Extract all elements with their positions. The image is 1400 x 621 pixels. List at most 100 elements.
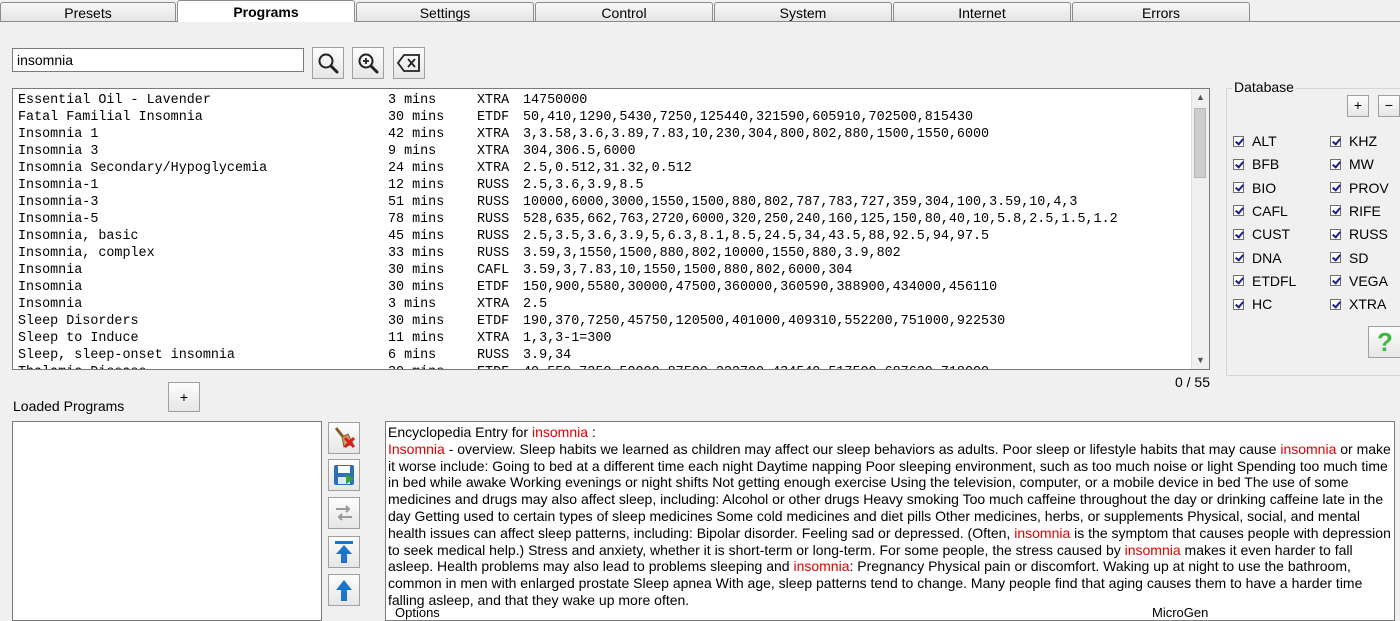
program-frequencies: 3.59,3,7.83,10,1550,1500,880,802,6000,30…: [523, 263, 853, 278]
db-checkbox-alt[interactable]: ALT: [1233, 131, 1277, 151]
program-database: XTRA: [477, 161, 510, 176]
table-row[interactable]: Insomnia-5 78 mins RUSS 528,635,662,763,272…: [18, 211, 1193, 228]
loaded-programs-list[interactable]: [12, 421, 322, 621]
db-checkbox-bio[interactable]: BIO: [1233, 178, 1276, 198]
table-row[interactable]: Insomnia, complex 33 mins RUSS 3.59,3,1550,…: [18, 245, 1193, 262]
tab-programs[interactable]: Programs: [177, 0, 355, 22]
program-name: Insomnia 3: [18, 144, 99, 159]
database-add-button[interactable]: +: [1347, 95, 1369, 117]
db-checkbox-xtra[interactable]: XTRA: [1330, 294, 1386, 314]
db-checkbox-cafl[interactable]: CAFL: [1233, 201, 1288, 221]
program-database: ETDF: [477, 280, 510, 295]
db-checkbox-vega[interactable]: VEGA: [1330, 271, 1388, 291]
db-checkbox-khz[interactable]: KHZ: [1330, 131, 1377, 151]
move-up-button[interactable]: [328, 574, 360, 606]
zoom-search-button[interactable]: [352, 47, 384, 79]
program-name: Essential Oil - Lavender: [18, 93, 211, 108]
program-database: XTRA: [477, 331, 510, 346]
table-row[interactable]: Insomnia-3 51 mins RUSS 10000,6000,3000,155…: [18, 194, 1193, 211]
db-checkbox-dna[interactable]: DNA: [1233, 248, 1282, 268]
checkbox-checked-icon: [1233, 158, 1244, 170]
table-row[interactable]: Thalamic Disease 30 mins ETDF 40,550,7250,5…: [18, 364, 1193, 369]
program-duration: 3 mins: [388, 93, 437, 108]
save-disk-icon: [334, 465, 354, 485]
db-checkbox-label: RUSS: [1349, 226, 1388, 243]
tab-presets[interactable]: Presets: [0, 2, 176, 21]
table-row[interactable]: Insomnia 1 42 mins XTRA 3,3.58,3.6,3.89,7.8…: [18, 126, 1193, 143]
checkbox-checked-icon: [1233, 252, 1244, 263]
db-checkbox-cust[interactable]: CUST: [1233, 224, 1290, 244]
db-checkbox-rife[interactable]: RIFE: [1330, 201, 1381, 221]
highlighted-term: Insomnia: [388, 440, 445, 457]
db-checkbox-label: BFB: [1252, 156, 1280, 173]
table-row[interactable]: Essential Oil - Lavender 3 mins XTRA 147500…: [18, 92, 1193, 109]
db-checkbox-hc[interactable]: HC: [1233, 294, 1272, 314]
swap-button[interactable]: [328, 497, 360, 529]
encyclopedia-panel[interactable]: Encyclopedia Entry for insomnia : Insomn…: [385, 421, 1395, 621]
tab-system[interactable]: System: [714, 2, 892, 21]
program-name: Sleep to Induce: [18, 331, 139, 346]
program-name: Insomnia: [18, 297, 83, 312]
highlighted-term: insomnia: [1280, 440, 1337, 457]
program-duration: 30 mins: [388, 280, 445, 295]
db-checkbox-label: RIFE: [1349, 202, 1381, 219]
backspace-clear-icon: [396, 54, 420, 72]
scroll-up-arrow-icon[interactable]: ▲: [1192, 89, 1209, 106]
clear-search-button[interactable]: [393, 47, 425, 79]
table-row[interactable]: Insomnia-1 12 mins RUSS 2.5,3.6,3.9,8.5: [18, 177, 1193, 194]
db-checkbox-prov[interactable]: PROV: [1330, 178, 1389, 198]
program-duration: 12 mins: [388, 178, 445, 193]
db-checkbox-russ[interactable]: RUSS: [1330, 224, 1388, 244]
program-frequencies: 10000,6000,3000,1550,1500,880,802,787,78…: [523, 195, 1078, 210]
db-checkbox-bfb[interactable]: BFB: [1233, 154, 1279, 174]
table-row[interactable]: Sleep, sleep-onset insomnia 6 mins RUSS 3.9…: [18, 347, 1193, 364]
tab-internet[interactable]: Internet: [893, 2, 1071, 21]
program-results-list[interactable]: Essential Oil - Lavender 3 mins XTRA 147500…: [12, 88, 1210, 370]
clear-list-button[interactable]: [328, 422, 360, 454]
program-name: Insomnia: [18, 263, 83, 278]
db-checkbox-mw[interactable]: MW: [1330, 154, 1374, 174]
table-row[interactable]: Insomnia Secondary/Hypoglycemia 24 mins XT…: [18, 160, 1193, 177]
search-input[interactable]: [12, 48, 304, 72]
db-checkbox-sd[interactable]: SD: [1330, 248, 1368, 268]
program-name: Insomnia-5: [18, 212, 99, 227]
program-name: Thalamic Disease: [18, 364, 147, 369]
scroll-thumb[interactable]: [1194, 108, 1206, 178]
table-row[interactable]: Sleep Disorders 30 mins ETDF 190,370,7250,4…: [18, 313, 1193, 330]
program-name: Insomnia-3: [18, 195, 99, 210]
encyclopedia-heading-suffix: :: [588, 424, 596, 440]
tab-bar: Presets Programs Settings Control System…: [0, 0, 1400, 22]
move-to-top-button[interactable]: [328, 536, 360, 568]
checkbox-checked-icon: [1233, 275, 1244, 287]
tab-errors[interactable]: Errors: [1072, 2, 1250, 21]
save-list-button[interactable]: [328, 459, 360, 491]
loaded-programs-label: Loaded Programs: [13, 398, 125, 414]
tab-control[interactable]: Control: [535, 2, 713, 21]
program-database: RUSS: [477, 229, 510, 244]
search-button[interactable]: [312, 47, 344, 79]
database-remove-button[interactable]: −: [1378, 95, 1400, 117]
table-row[interactable]: Insomnia 30 mins CAFL 3.59,3,7.83,10,1550,1…: [18, 262, 1193, 279]
table-row[interactable]: Insomnia 3 9 mins XTRA 304,306.5,6000: [18, 143, 1193, 160]
table-row[interactable]: Sleep to Induce 11 mins XTRA 1,3,3-1=300: [18, 330, 1193, 347]
tab-settings[interactable]: Settings: [356, 2, 534, 21]
help-button[interactable]: ?: [1368, 326, 1400, 358]
encyclopedia-term: insomnia: [531, 424, 588, 440]
db-checkbox-label: PROV: [1349, 179, 1389, 196]
program-name: Sleep Disorders: [18, 314, 139, 329]
microgen-label: MicroGen: [1152, 605, 1209, 620]
scroll-down-arrow-icon[interactable]: ▼: [1192, 352, 1209, 369]
program-frequencies: 40,550,7250,50000,87500,222700,434540,51…: [523, 364, 989, 369]
program-duration: 51 mins: [388, 195, 445, 210]
db-checkbox-etdfl[interactable]: ETDFL: [1233, 271, 1296, 291]
table-row[interactable]: Fatal Familial Insomnia 30 mins ETDF 50,410…: [18, 109, 1193, 126]
table-row[interactable]: Insomnia 3 mins XTRA 2.5: [18, 296, 1193, 313]
add-program-button[interactable]: +: [168, 382, 200, 412]
db-checkbox-label: CAFL: [1252, 202, 1288, 219]
program-duration: 30 mins: [388, 314, 445, 329]
program-database: CAFL: [477, 263, 510, 278]
results-scrollbar[interactable]: ▲ ▼: [1191, 89, 1209, 369]
program-name: Sleep, sleep-onset insomnia: [18, 348, 235, 363]
table-row[interactable]: Insomnia 30 mins ETDF 150,900,5580,30000,47…: [18, 279, 1193, 296]
table-row[interactable]: Insomnia, basic 45 mins RUSS 2.5,3.5,3.6,3.…: [18, 228, 1193, 245]
